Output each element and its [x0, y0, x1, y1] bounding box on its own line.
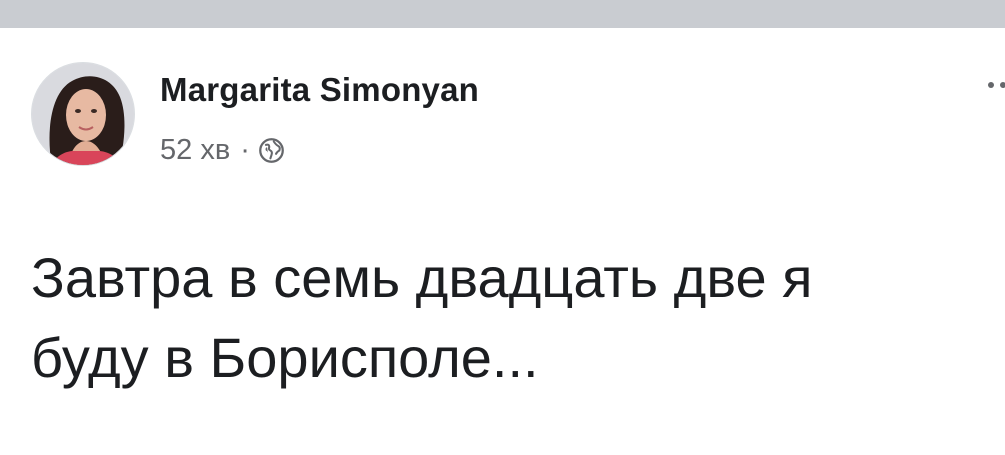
globe-icon [259, 137, 284, 163]
post-meta: 52 хв · [160, 130, 285, 170]
avatar-image [32, 63, 134, 165]
more-options-icon[interactable] [983, 78, 1005, 98]
post-timestamp[interactable]: 52 хв [160, 134, 230, 167]
meta-separator: · [240, 133, 250, 166]
top-bar [0, 0, 1005, 28]
author-name[interactable]: Margarita Simonyan [160, 71, 479, 109]
post-card: Margarita Simonyan 52 хв · Завтра в семь… [0, 28, 1005, 455]
author-avatar[interactable] [31, 62, 135, 166]
post-text: Завтра в семь двадцать две я буду в Бори… [31, 246, 813, 389]
